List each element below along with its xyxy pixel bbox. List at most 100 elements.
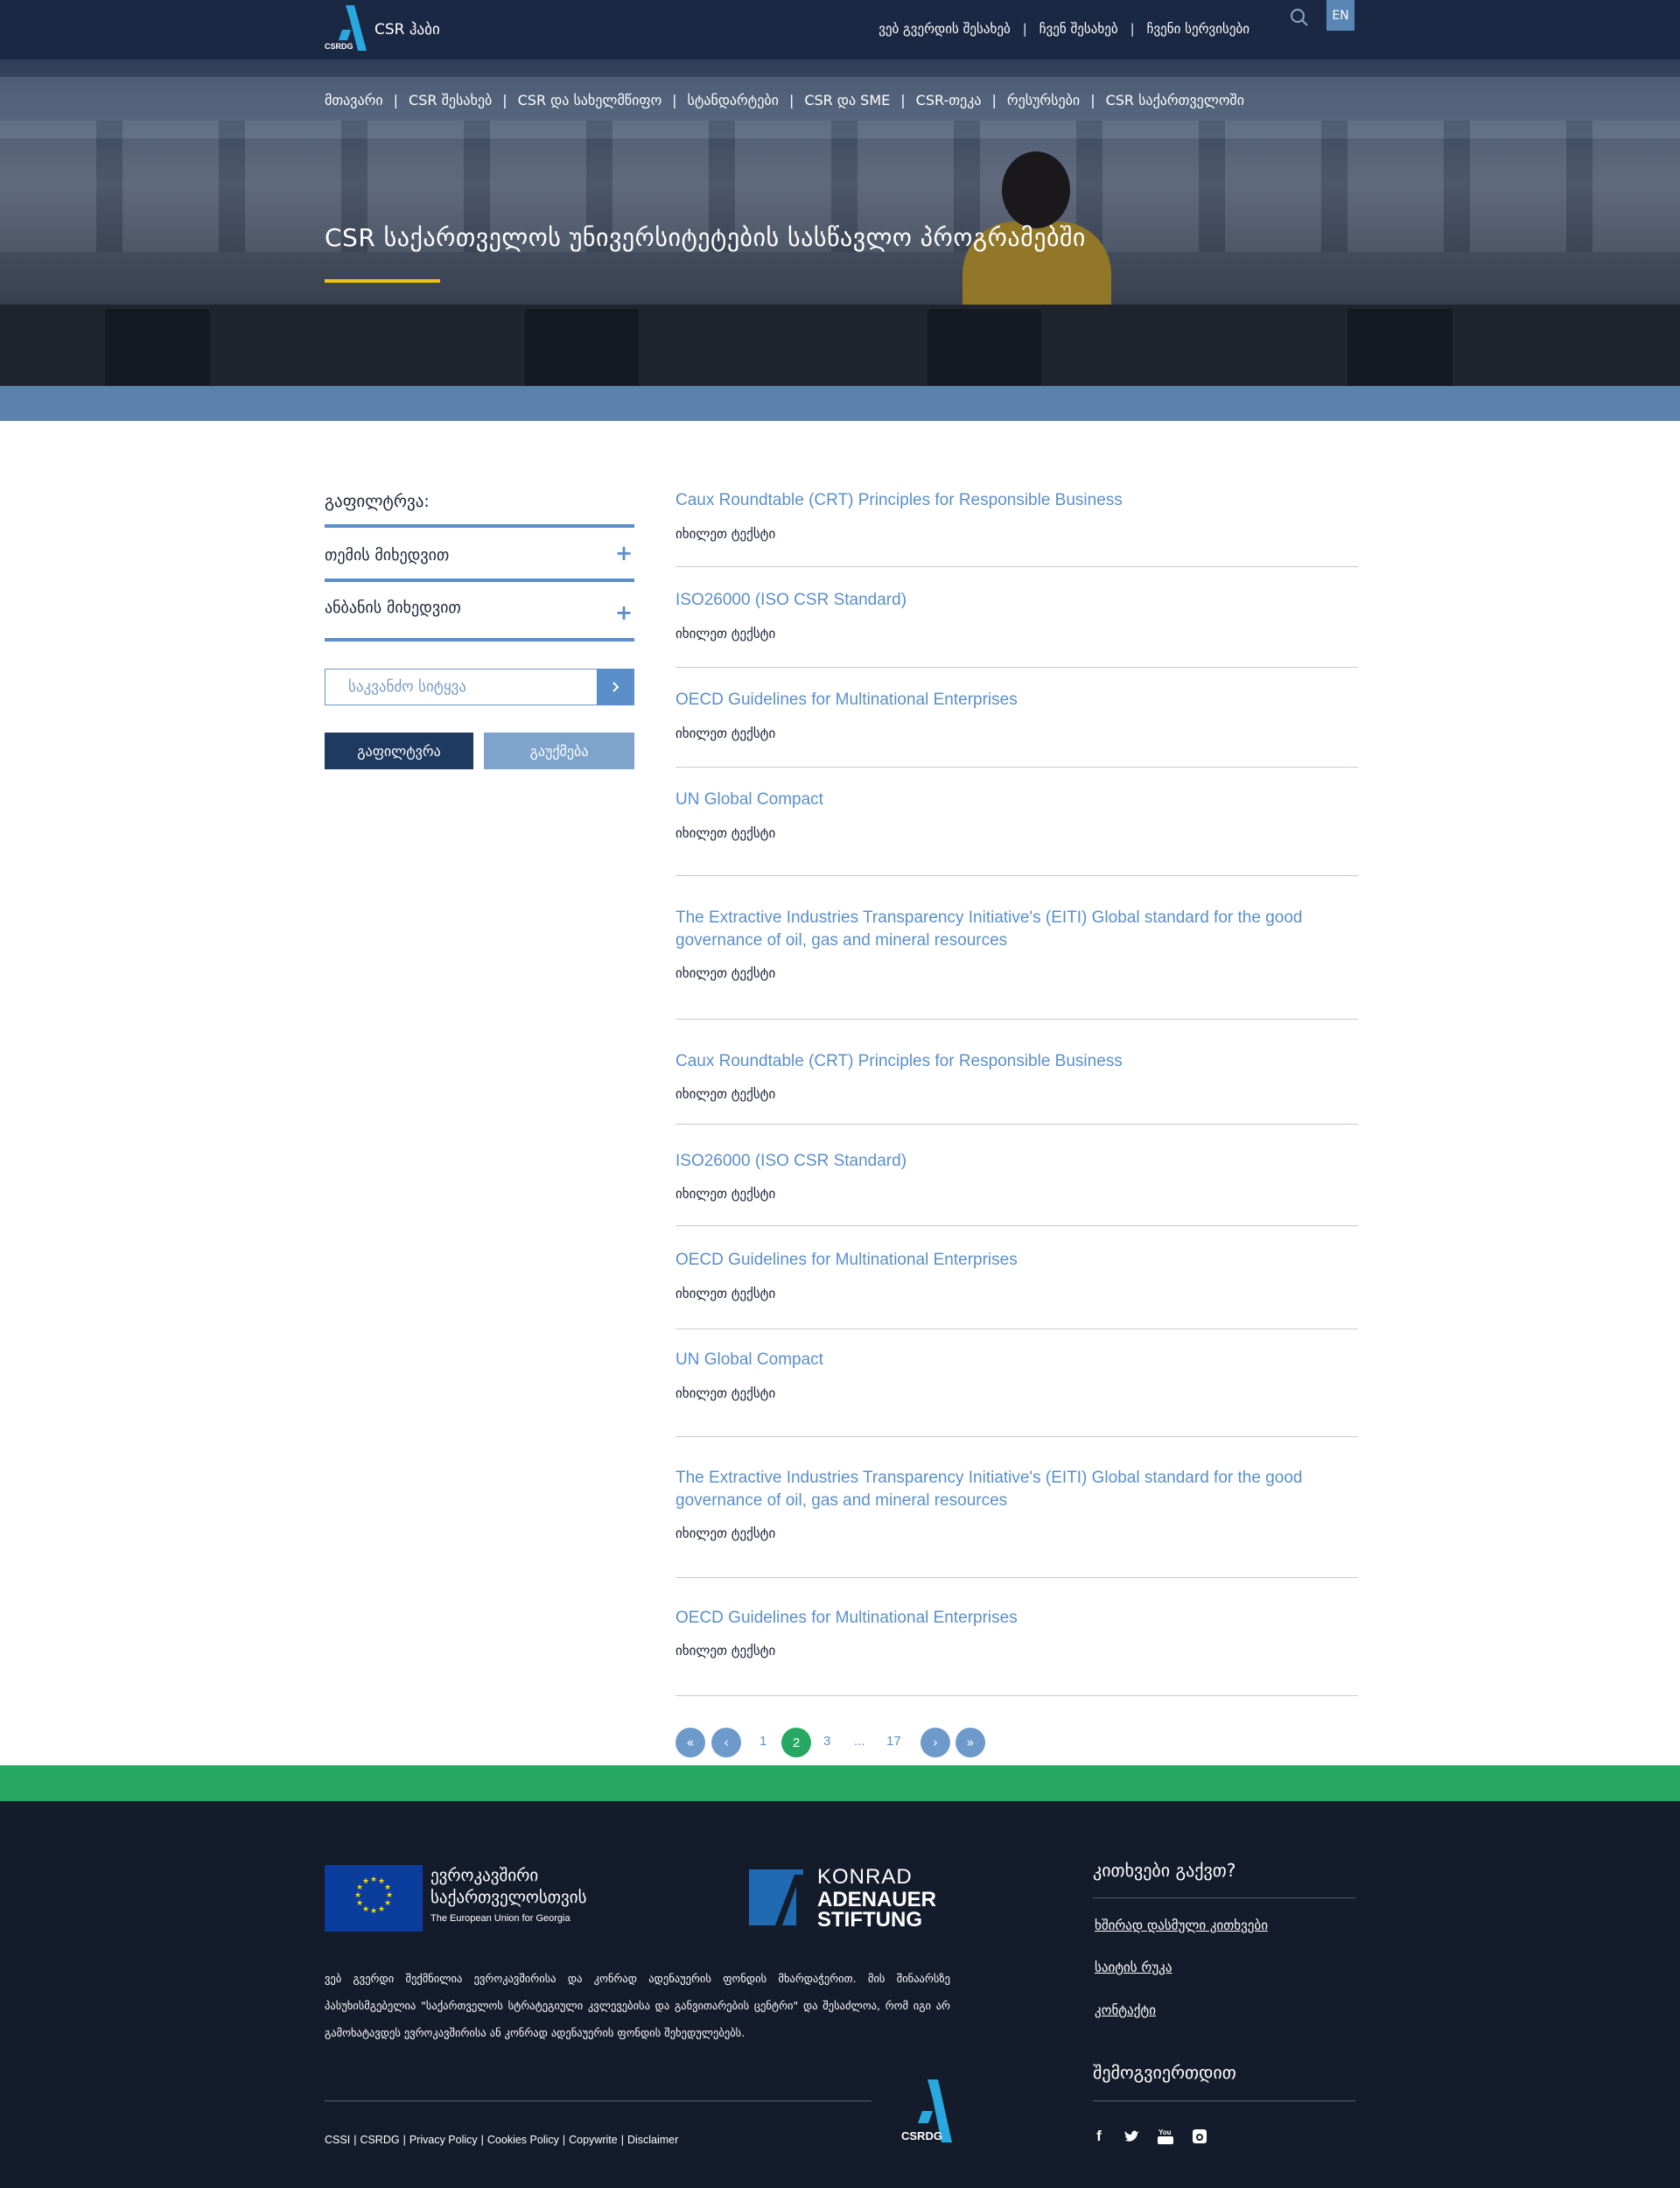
plus-icon[interactable]: + xyxy=(615,600,633,625)
main-nav-csr-georgia[interactable]: CSR საქართველოში xyxy=(1106,92,1244,109)
footer-link-copywrite[interactable]: Copywrite xyxy=(569,2134,618,2146)
main-nav-about-csr[interactable]: CSR შესახებ xyxy=(409,92,492,109)
divider xyxy=(676,667,1358,668)
item-title-link[interactable]: Caux Roundtable (CRT) Principles for Res… xyxy=(676,1050,1358,1073)
logo-text[interactable]: CSR ჰაბი xyxy=(374,21,440,39)
kas-logo-icon[interactable] xyxy=(749,1869,803,1925)
separator: | xyxy=(900,92,906,109)
main-nav-csr-sme[interactable]: CSR და SME xyxy=(804,92,890,109)
divider xyxy=(676,1695,1358,1696)
page-title: CSR საქართველოს უნივერსიტეტების სასწავლო… xyxy=(325,223,1086,252)
item-view-text[interactable]: იხილეთ ტექსტი xyxy=(676,1286,775,1301)
faq-link[interactable]: ხშირად დასმული კითხვები xyxy=(1095,1918,1268,1933)
item-title-link[interactable]: The Extractive Industries Transparency I… xyxy=(676,1467,1358,1512)
first-page-button[interactable]: « xyxy=(676,1728,705,1757)
page-link[interactable]: 1 xyxy=(760,1734,766,1749)
item-view-text[interactable]: იხილეთ ტექსტი xyxy=(676,1525,775,1541)
divider xyxy=(325,579,634,582)
footer-link-csrdg[interactable]: CSRDG xyxy=(360,2134,399,2146)
separator: | xyxy=(620,2134,624,2146)
twitter-icon[interactable] xyxy=(1123,2127,1142,2146)
svg-text:★: ★ xyxy=(384,1899,391,1908)
youtube-icon[interactable]: You xyxy=(1156,2127,1175,2146)
footer-link-cookies[interactable]: Cookies Policy xyxy=(487,2134,559,2146)
last-page-button[interactable]: » xyxy=(956,1728,985,1757)
footer-link-disclaimer[interactable]: Disclaimer xyxy=(627,2134,678,2146)
svg-text:★: ★ xyxy=(362,1905,369,1914)
svg-text:You: You xyxy=(1158,2128,1172,2136)
facebook-icon[interactable]: f xyxy=(1089,2127,1109,2146)
item-view-text[interactable]: იხილეთ ტექსტი xyxy=(676,1643,775,1659)
item-view-text[interactable]: იხილეთ ტექსტი xyxy=(676,1385,775,1401)
item-title-link[interactable]: UN Global Compact xyxy=(676,789,1358,811)
questions-title: კითხვები გაქვთ? xyxy=(1093,1860,1236,1881)
item-view-text[interactable]: იხილეთ ტექსტი xyxy=(676,626,775,642)
search-icon[interactable] xyxy=(1286,5,1312,32)
divider xyxy=(676,1577,1358,1578)
divider xyxy=(325,2100,872,2101)
separator: | xyxy=(393,92,399,109)
accordion-by-alphabet[interactable]: ანბანის მიხედვით xyxy=(325,599,461,617)
main-nav-csr-library[interactable]: CSR-თეკა xyxy=(916,92,982,109)
top-bar xyxy=(0,0,1680,60)
item-view-text[interactable]: იხილეთ ტექსტი xyxy=(676,965,775,981)
page-link[interactable]: 3 xyxy=(823,1734,830,1749)
svg-text:★: ★ xyxy=(378,1905,385,1914)
item-title-link[interactable]: OECD Guidelines for Multinational Enterp… xyxy=(676,689,1358,712)
divider xyxy=(676,566,1358,567)
footer-link-cssi[interactable]: CSSI xyxy=(325,2134,350,2146)
cancel-button[interactable]: გაუქმება xyxy=(484,733,634,769)
item-view-text[interactable]: იხილეთ ტექსტი xyxy=(676,726,775,741)
accordion-by-topic[interactable]: თემის მიხედვით xyxy=(325,546,449,565)
contact-link[interactable]: კონტაქტი xyxy=(1095,2002,1156,2018)
plus-icon[interactable]: + xyxy=(615,541,633,565)
language-switch-button[interactable]: EN xyxy=(1326,0,1354,31)
top-nav-about-us[interactable]: ჩვენ შესახებ xyxy=(1040,21,1118,37)
main-nav-csr-state[interactable]: CSR და სახელმწიფო xyxy=(518,92,662,109)
separator: | xyxy=(991,92,997,109)
separator: | xyxy=(1130,21,1135,37)
separator: | xyxy=(788,92,794,109)
keyword-search-input[interactable] xyxy=(326,670,597,705)
item-title-link[interactable]: ISO26000 (ISO CSR Standard) xyxy=(676,589,1358,612)
item-title-link[interactable]: Caux Roundtable (CRT) Principles for Res… xyxy=(676,489,1358,512)
separator: | xyxy=(480,2134,484,2146)
instagram-icon[interactable] xyxy=(1190,2127,1209,2146)
main-nav-resources[interactable]: რესურსები xyxy=(1007,92,1080,109)
item-view-text[interactable]: იხილეთ ტექსტი xyxy=(676,526,775,542)
separator: | xyxy=(402,2134,406,2146)
item-view-text[interactable]: იხილეთ ტექსტი xyxy=(676,1086,775,1102)
filter-button[interactable]: გაფილტვრა xyxy=(325,733,473,769)
footer-logo-text: CSRDG xyxy=(901,2129,942,2142)
svg-text:★: ★ xyxy=(370,1876,377,1884)
footer-link-privacy[interactable]: Privacy Policy xyxy=(410,2134,478,2146)
main-nav: მთავარი | CSR შესახებ | CSR და სახელმწიფ… xyxy=(325,92,1244,109)
separator: | xyxy=(1090,92,1096,109)
item-title-link[interactable]: OECD Guidelines for Multinational Enterp… xyxy=(676,1249,1358,1272)
item-title-link[interactable]: UN Global Compact xyxy=(676,1349,1358,1371)
divider xyxy=(676,1225,1358,1226)
item-title-link[interactable]: OECD Guidelines for Multinational Enterp… xyxy=(676,1607,1358,1630)
page-link[interactable]: 17 xyxy=(886,1734,901,1749)
eu-flag-logo[interactable]: ★ ★ ★ ★ ★ ★ ★ ★ ★ ★ ★ ★ xyxy=(325,1865,423,1932)
item-title-link[interactable]: ISO26000 (ISO CSR Standard) xyxy=(676,1150,1358,1173)
next-page-button[interactable]: › xyxy=(920,1728,950,1757)
kas-line: STIFTUNG xyxy=(817,1908,922,1932)
item-view-text[interactable]: იხილეთ ტექსტი xyxy=(676,1186,775,1202)
main-nav-home[interactable]: მთავარი xyxy=(325,92,383,109)
divider xyxy=(676,875,1358,876)
page-ellipsis: ... xyxy=(854,1734,865,1749)
search-submit-button[interactable] xyxy=(597,669,634,705)
prev-page-button[interactable]: ‹ xyxy=(711,1728,741,1757)
join-us-title: შემოგვიერთდით xyxy=(1093,2062,1236,2083)
filter-title: გაფილტრვა: xyxy=(325,492,430,511)
csr-hub-logo[interactable]: CSRDG xyxy=(325,4,374,53)
item-view-text[interactable]: იხილეთ ტექსტი xyxy=(676,825,775,841)
top-nav-services[interactable]: ჩვენი სერვისები xyxy=(1147,21,1250,37)
item-title-link[interactable]: The Extractive Industries Transparency I… xyxy=(676,907,1358,952)
csrdg-footer-logo[interactable]: CSRDG xyxy=(898,2076,968,2146)
current-page[interactable]: 2 xyxy=(781,1728,811,1757)
main-nav-standards[interactable]: სტანდარტები xyxy=(688,92,779,109)
sitemap-link[interactable]: საიტის რუკა xyxy=(1095,1960,1172,1975)
top-nav-about-site[interactable]: ვებ გვერდის შესახებ xyxy=(878,21,1011,37)
